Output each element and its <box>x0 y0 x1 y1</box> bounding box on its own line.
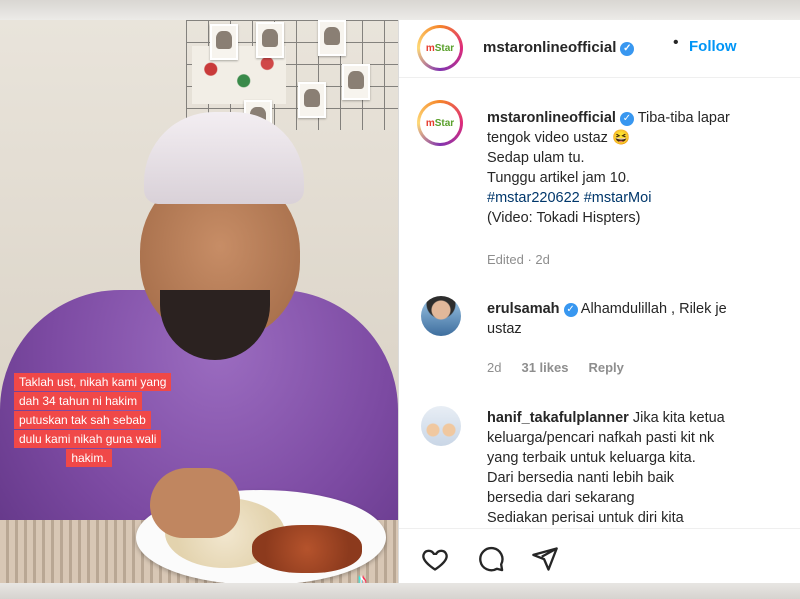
tiktok-icon: ♪ <box>355 568 367 583</box>
commenter-avatar[interactable] <box>421 296 461 336</box>
avatar-logo: mStar <box>425 117 455 129</box>
bottom-blur-edge <box>0 583 800 599</box>
action-bar <box>399 528 800 583</box>
comment: erulsamah ✓ Alhamdulillah , Rilek je usta… <box>487 299 797 339</box>
hashtag-link[interactable]: #mstarMoi <box>584 190 652 206</box>
comment-text: Jika kita ketua <box>632 410 725 426</box>
wall-photo <box>342 64 370 100</box>
reply-button[interactable]: Reply <box>588 360 623 375</box>
comment-text: Sediakan perisai untuk diri kita <box>487 510 684 526</box>
wall-photo <box>210 24 238 60</box>
caption-text: tengok video ustaz 😆 <box>487 130 630 146</box>
post-username[interactable]: mstaronlineofficial <box>487 110 616 126</box>
username-text: mstaronlineofficial <box>483 39 617 56</box>
comment: hanif_takafulplanner Jika kita ketua kel… <box>487 408 799 526</box>
caption-text: Sedap ulam tu. <box>487 150 585 166</box>
caption-line: putuskan tak sah sebab <box>14 411 151 429</box>
caption-line: Taklah ust, nikah kami yang <box>14 373 172 391</box>
post-caption: mstaronlineofficial ✓ Tiba-tiba lapar ten… <box>487 108 797 228</box>
verified-badge-icon: ✓ <box>563 303 578 317</box>
comment-text: ustaz <box>487 321 522 337</box>
caption-text: (Video: Tokadi Hispters) <box>487 210 641 226</box>
comment-text: bersedia dari sekarang <box>487 490 635 506</box>
separator-dot: • <box>673 34 679 51</box>
video-caption: Taklah ust, nikah kami yang dah 34 tahun… <box>14 373 220 468</box>
caption-line: hakim. <box>66 449 112 467</box>
caption-text: Tiba-tiba lapar <box>637 110 730 126</box>
caption-line: dulu kami nikah guna wali <box>14 430 162 448</box>
follow-button[interactable]: Follow <box>689 38 737 55</box>
comment-time: 2d <box>487 360 502 375</box>
comment-text: yang terbaik untuk keluarga kita. <box>487 450 696 466</box>
comment-text: keluarga/pencari nafkah pasti kit nk <box>487 430 715 446</box>
post-panel: mStar mstaronlineofficial ✓ • Follow mSta… <box>398 20 800 583</box>
comment-text: Dari bersedia nanti lebih baik <box>487 470 674 486</box>
caption-line: dah 34 tahun ni hakim <box>14 392 143 410</box>
person-hand <box>150 468 240 538</box>
top-blur-edge <box>0 0 800 20</box>
wall-photo <box>318 20 346 56</box>
caption-text: Tunggu artikel jam 10. <box>487 170 630 186</box>
comment-meta: 2d 31 likes Reply <box>487 360 644 375</box>
sambal-fish <box>252 525 362 573</box>
verified-badge-icon: ✓ <box>619 112 634 126</box>
wall-photo <box>298 82 326 118</box>
comment-username[interactable]: hanif_takafulplanner <box>487 410 629 426</box>
share-icon[interactable] <box>531 545 559 573</box>
wall-photo <box>256 22 284 58</box>
comment-likes[interactable]: 31 likes <box>521 360 568 375</box>
account-avatar[interactable]: mStar <box>417 25 463 71</box>
verified-badge-icon: ✓ <box>620 42 635 56</box>
header-username[interactable]: mstaronlineofficial ✓ <box>483 39 635 56</box>
post-avatar[interactable]: mStar <box>417 100 463 146</box>
comment-username[interactable]: erulsamah <box>487 301 560 317</box>
post-header: mStar mstaronlineofficial ✓ • Follow <box>399 20 800 78</box>
hashtag-link[interactable]: #mstar220622 <box>487 190 580 206</box>
commenter-avatar[interactable] <box>421 406 461 446</box>
comment-text: Alhamdulillah , Rilek je <box>580 301 727 317</box>
avatar-logo: mStar <box>425 42 455 54</box>
comment-icon[interactable] <box>477 545 505 573</box>
video-player[interactable]: Taklah ust, nikah kami yang dah 34 tahun… <box>0 20 398 583</box>
post-edited-time: Edited · 2d <box>487 252 550 267</box>
heart-icon[interactable] <box>421 545 449 573</box>
